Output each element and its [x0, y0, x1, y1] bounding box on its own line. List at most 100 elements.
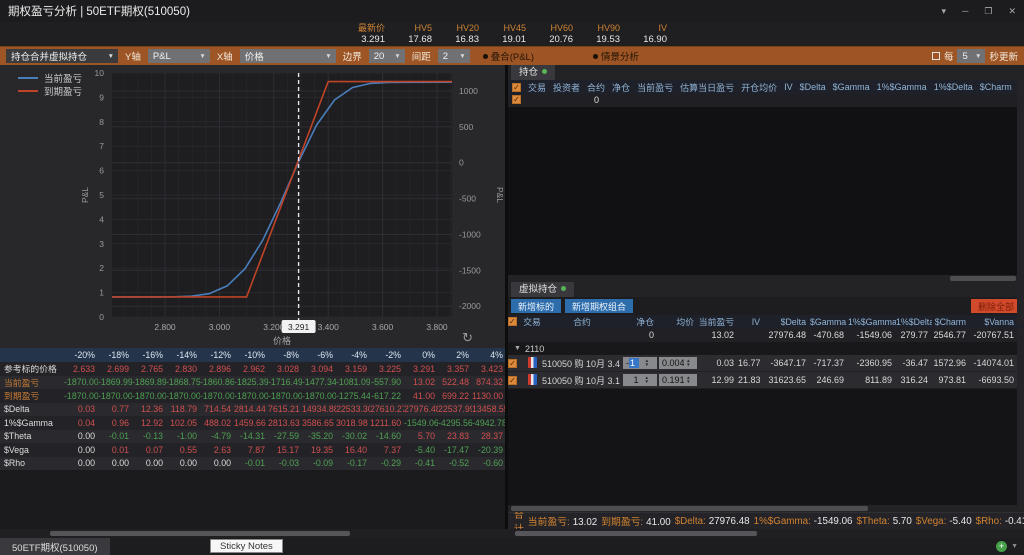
positions-hscrollbar[interactable]	[508, 275, 1024, 282]
virtual-hscrollbar[interactable]	[508, 505, 1024, 512]
x-axis-label: X轴	[216, 52, 233, 63]
col-header: 2%	[456, 350, 469, 360]
select-all-checkbox[interactable]: ✓	[512, 82, 521, 92]
positions-vscrollbar[interactable]	[1017, 80, 1024, 325]
table-cell: -20.39	[478, 444, 503, 455]
virtual-vscrollbar[interactable]	[1017, 328, 1024, 510]
positions-table-body[interactable]	[508, 107, 1024, 275]
table-cell: -30.02	[342, 431, 367, 442]
total-label: $Rho:	[975, 515, 1002, 527]
position-mode-dropdown[interactable]: 持仓合并虚拟持仓 ▼	[6, 49, 118, 63]
y-axis-dropdown[interactable]: P&L ▼	[147, 49, 210, 63]
x-axis-dropdown[interactable]: 价格 ▼	[239, 49, 336, 63]
table-cell: 3586.65	[302, 417, 334, 428]
add-option-combo-button[interactable]: 新增期权组合	[565, 299, 634, 313]
avg-cell: 0.0046▲▼	[658, 357, 698, 369]
scenario-radio[interactable]: 情景分析	[593, 49, 639, 63]
table-row[interactable]: $Vega 0.00 0.01 0.07 0.55 2.63 7.87 15.17 19.35 1…	[0, 443, 506, 457]
total-value: -5.40	[949, 515, 972, 527]
scroll-handle-left[interactable]	[50, 531, 350, 536]
stepper-arrows-icon[interactable]: ▲ ▼	[645, 376, 653, 384]
delete-all-button[interactable]: 删除全部	[970, 299, 1021, 313]
dropdown-arrow-icon[interactable]: ▼	[1011, 543, 1018, 550]
net-quantity-stepper[interactable]: -1 ▲ ▼	[623, 357, 657, 369]
svg-text:价格: 价格	[273, 335, 291, 346]
row-checkbox[interactable]: ✓	[508, 358, 517, 368]
table-cell: -1868.75	[166, 377, 200, 388]
svg-text:3.000: 3.000	[209, 322, 231, 332]
auto-refresh-checkbox[interactable]	[931, 52, 940, 60]
col-header: IV	[784, 82, 793, 92]
trade-flag-icon[interactable]	[527, 356, 537, 368]
stat-value: 17.68	[408, 34, 432, 45]
net-quantity-stepper[interactable]: 1 ▲ ▼	[623, 374, 657, 386]
scroll-handle[interactable]	[511, 506, 868, 511]
refresh-interval-dropdown[interactable]: 5 ▼	[957, 49, 986, 63]
add-underlying-button[interactable]: 新增标的	[511, 299, 562, 313]
virtual-tabbar: 虚拟持仓	[508, 280, 1024, 297]
table-cell: -27.59	[274, 431, 299, 442]
table-cell: 2814.44	[234, 404, 266, 415]
table-row[interactable]: 1%$Gamma 0.04 0.96 12.92 102.05 488.02 1459.66…	[0, 416, 506, 430]
scroll-handle-right[interactable]	[515, 531, 757, 536]
table-cell: 16.40	[344, 444, 367, 455]
col-header: -10%	[244, 350, 265, 360]
maximize-icon[interactable]: ❐	[984, 6, 992, 17]
add-icon[interactable]: +	[996, 541, 1008, 552]
stepper-arrows-icon[interactable]: ▲ ▼	[645, 359, 653, 367]
overlay-radio[interactable]: 叠合(P&L)	[482, 49, 534, 63]
trade-flag-icon[interactable]	[527, 373, 537, 385]
table-cell: -1860.86	[200, 377, 234, 388]
legend-item[interactable]: 当前盈亏	[18, 71, 82, 85]
table-cell: -0.17	[346, 458, 367, 469]
close-icon[interactable]: ✕	[1008, 6, 1016, 17]
stat-HV20: HV20 16.83	[432, 22, 479, 46]
select-all-checkbox[interactable]: ✓	[508, 317, 517, 326]
table-cell: -1870.00	[64, 377, 98, 388]
table-cell: 7.37	[383, 444, 401, 455]
tab-positions[interactable]: 持仓	[511, 65, 556, 80]
table-row[interactable]: $Delta 0.03 0.77 12.36 118.79 714.54 2814.44 76…	[0, 402, 506, 416]
table-cell: 2.699	[106, 363, 129, 374]
col-header: $Charm	[979, 82, 1012, 92]
chevron-down-icon: ▼	[107, 52, 114, 60]
table-row[interactable]: $Rho 0.00 0.00 0.00 0.00 0.00 -0.01 -0.03 -0.09 -…	[0, 456, 506, 470]
col-header: 合约	[573, 317, 591, 327]
table-row[interactable]: $Theta 0.00 -0.01 -0.13 -1.00 -4.79 -14.31 -27.…	[0, 429, 506, 443]
tab-virtual-positions[interactable]: 虚拟持仓	[511, 280, 575, 297]
select-all-checkbox[interactable]: ✓	[512, 95, 521, 104]
table-cell: 13458.55	[472, 404, 506, 415]
table-row[interactable]: 参考标的价格 2.633 2.699 2.765 2.830 2.896 2.962 3.02…	[0, 362, 506, 376]
svg-text:6: 6	[99, 166, 104, 176]
avg-price-stepper[interactable]: 0.0046▲▼	[659, 357, 697, 369]
pnl-chart[interactable]: 0 1 2 3 4 5 6 7 8 9 10 2.800 3.000 3.200 3.400 3.600 3.8…	[0, 65, 505, 348]
svg-text:-1000: -1000	[459, 229, 481, 239]
minimize-icon[interactable]: ─	[962, 6, 968, 16]
virtual-position-row[interactable]: ✓510050 购 10月 3.4-1▲▼0.0046▲▼0.0316.77-3…	[508, 355, 1024, 372]
status-tab-underlying[interactable]: 50ETF期权(510050)	[0, 538, 110, 555]
group-row-2110[interactable]: ▼ 2110	[508, 342, 1024, 355]
table-cell: 714.54	[204, 404, 231, 415]
table-cell: 973.81	[938, 375, 966, 385]
table-cell: 31623.65	[768, 375, 806, 385]
stat-HV5: HV5 17.68	[385, 22, 432, 46]
avg-price-stepper[interactable]: 0.1916▲▼	[659, 374, 697, 386]
table-cell: 3.028	[276, 363, 299, 374]
stat-label: HV20	[456, 23, 479, 33]
chevron-down-icon: ▼	[394, 52, 401, 60]
bottom-hscrollbar[interactable]	[0, 529, 1024, 538]
virtual-position-row[interactable]: ✓510050 购 10月 3.11▲▼0.1916▲▼12.9921.8331…	[508, 372, 1024, 389]
legend-item[interactable]: 到期盈亏	[18, 84, 82, 98]
interval-dropdown[interactable]: 2 ▼	[437, 49, 470, 63]
stepper-arrows-icon[interactable]: ▲ ▼	[686, 376, 693, 384]
chart-toolbar: 持仓合并虚拟持仓 ▼ Y轴 P&L ▼ X轴 价格 ▼ 边界 20 ▼ 间距 2 ▼ 叠合…	[0, 46, 1024, 65]
collapse-triangle-icon[interactable]: ▼	[514, 345, 521, 352]
chart-refresh-icon[interactable]: ↻	[462, 330, 473, 346]
row-checkbox[interactable]: ✓	[508, 375, 517, 385]
window-menu-icon[interactable]: ▾	[941, 6, 946, 17]
table-row[interactable]: 到期盈亏 -1870.00 -1870.00 -1870.00 -1870.00 -187…	[0, 389, 506, 403]
boundary-dropdown[interactable]: 20 ▼	[368, 49, 405, 63]
table-row[interactable]: 当前盈亏 -1870.00 -1869.99 -1869.89 -1868.75 -186…	[0, 375, 506, 389]
scroll-handle[interactable]	[950, 276, 1016, 281]
stepper-arrows-icon[interactable]: ▲ ▼	[686, 359, 693, 367]
